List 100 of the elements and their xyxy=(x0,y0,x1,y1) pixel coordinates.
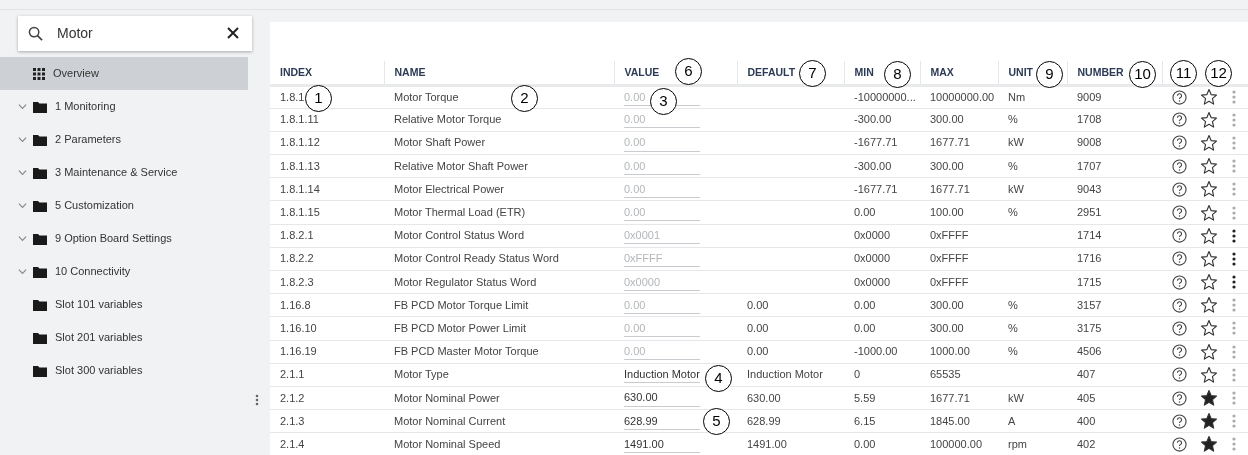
star-button[interactable] xyxy=(1200,88,1218,107)
column-header[interactable]: INDEX xyxy=(280,66,313,78)
star-button[interactable] xyxy=(1200,249,1218,268)
table-cell: 400 xyxy=(1077,414,1096,427)
help-button[interactable] xyxy=(1172,112,1187,128)
table-cell: 1.16.8 xyxy=(280,298,311,311)
star-button[interactable] xyxy=(1200,110,1218,129)
star-button[interactable] xyxy=(1200,296,1218,315)
table-cell: 9009 xyxy=(1077,90,1102,103)
table-cell: 3175 xyxy=(1077,321,1102,334)
help-button[interactable] xyxy=(1172,344,1187,360)
table-cell: Motor Electrical Power xyxy=(394,182,505,195)
column-header[interactable]: NAME xyxy=(394,66,426,78)
folder-icon xyxy=(33,133,47,146)
value-field[interactable]: 630.00 xyxy=(624,389,700,407)
sidebar-item[interactable]: Slot 101 variables xyxy=(0,288,248,321)
table-cell: -1677.71 xyxy=(854,136,898,149)
value-field[interactable]: 1491.00 xyxy=(624,435,700,453)
table-cell: 10000000.00 xyxy=(930,90,995,103)
table-cell: 1677.71 xyxy=(930,136,970,149)
star-button[interactable] xyxy=(1200,180,1218,199)
sidebar-item[interactable]: Slot 201 variables xyxy=(0,321,248,354)
column-header[interactable]: VALUE xyxy=(624,66,660,78)
table-cell: A xyxy=(1008,414,1016,427)
help-button[interactable] xyxy=(1172,320,1187,336)
more-button[interactable] xyxy=(1232,251,1236,266)
table-cell: 1491.00 xyxy=(747,437,787,450)
help-button[interactable] xyxy=(1172,297,1187,313)
sidebar-item[interactable]: 3 Maintenance & Service xyxy=(0,156,248,189)
table-cell: 100000.00 xyxy=(930,437,982,450)
table-cell: 0.00 xyxy=(747,321,769,334)
star-button[interactable] xyxy=(1200,203,1218,222)
star-button[interactable] xyxy=(1200,412,1218,431)
table-cell: 1716 xyxy=(1077,252,1102,265)
table-cell: 1677.71 xyxy=(930,182,970,195)
more-button[interactable] xyxy=(1232,228,1236,243)
table-cell: Motor Type xyxy=(394,368,449,381)
table-cell: 1707 xyxy=(1077,159,1102,172)
grid-icon xyxy=(33,67,45,80)
star-button[interactable] xyxy=(1200,157,1218,176)
star-button[interactable] xyxy=(1200,133,1218,152)
table-cell: -300.00 xyxy=(854,113,892,126)
table-cell: FB PCD Master Motor Torque xyxy=(394,345,539,358)
table-cell: 300.00 xyxy=(930,113,964,126)
star-button[interactable] xyxy=(1200,342,1218,361)
star-button[interactable] xyxy=(1200,365,1218,384)
folder-icon xyxy=(33,298,47,311)
help-button[interactable] xyxy=(1172,89,1187,105)
sidebar-item[interactable]: 5 Customization xyxy=(0,189,248,222)
table-cell: 6.15 xyxy=(854,414,876,427)
help-button[interactable] xyxy=(1172,205,1187,221)
sidebar-item[interactable]: 10 Connectivity xyxy=(0,255,248,288)
star-button[interactable] xyxy=(1200,435,1218,454)
help-button[interactable] xyxy=(1172,251,1187,267)
help-button[interactable] xyxy=(1172,436,1187,452)
search-box[interactable]: Motor xyxy=(18,16,252,51)
help-button[interactable] xyxy=(1172,390,1187,406)
sidebar-item[interactable]: Slot 300 variables xyxy=(0,354,248,387)
table-cell: 0x0000 xyxy=(854,275,891,288)
column-header[interactable]: DEFAULT xyxy=(747,66,796,78)
more-button[interactable] xyxy=(1232,275,1236,290)
table-cell: -1677.71 xyxy=(854,182,898,195)
table-cell: 65535 xyxy=(930,368,961,381)
value-field[interactable]: Induction Motor xyxy=(624,366,700,384)
column-header[interactable]: NUMBER xyxy=(1077,66,1124,78)
folder-icon xyxy=(33,199,47,212)
help-button[interactable] xyxy=(1172,181,1187,197)
star-button[interactable] xyxy=(1200,319,1218,338)
table-cell: % xyxy=(1008,345,1018,358)
value-field[interactable]: 628.99 xyxy=(624,412,700,430)
table-cell: rpm xyxy=(1008,437,1027,450)
help-button[interactable] xyxy=(1172,158,1187,174)
help-button[interactable] xyxy=(1172,228,1187,244)
search-field[interactable]: Motor xyxy=(57,23,212,44)
sidebar-item[interactable]: 2 Parameters xyxy=(0,123,248,156)
help-button[interactable] xyxy=(1172,274,1187,290)
table-cell: 1.8.1.14 xyxy=(280,182,320,195)
table-cell: 0.00 xyxy=(854,321,876,334)
column-header[interactable]: UNIT xyxy=(1008,66,1033,78)
star-button[interactable] xyxy=(1200,273,1218,292)
folder-icon xyxy=(33,265,47,278)
help-button[interactable] xyxy=(1172,367,1187,383)
sidebar-item[interactable]: 1 Monitoring xyxy=(0,90,248,123)
star-button[interactable] xyxy=(1200,389,1218,408)
sidebar-item[interactable]: Overview xyxy=(0,57,248,90)
table-cell: 2.1.2 xyxy=(280,391,305,404)
table-cell: Relative Motor Shaft Power xyxy=(394,159,528,172)
star-button[interactable] xyxy=(1200,226,1218,245)
table-cell: 4506 xyxy=(1077,345,1102,358)
folder-icon xyxy=(33,232,47,245)
column-header[interactable]: MAX xyxy=(930,66,954,78)
help-button[interactable] xyxy=(1172,135,1187,151)
table-cell: Nm xyxy=(1008,90,1026,103)
table-cell: 3157 xyxy=(1077,298,1102,311)
column-header[interactable]: MIN xyxy=(854,66,874,78)
help-button[interactable] xyxy=(1172,413,1187,429)
resize-handle[interactable] xyxy=(255,394,259,406)
table-cell: 9008 xyxy=(1077,136,1102,149)
sidebar-item[interactable]: 9 Option Board Settings xyxy=(0,222,248,255)
table-cell: kW xyxy=(1008,391,1024,404)
